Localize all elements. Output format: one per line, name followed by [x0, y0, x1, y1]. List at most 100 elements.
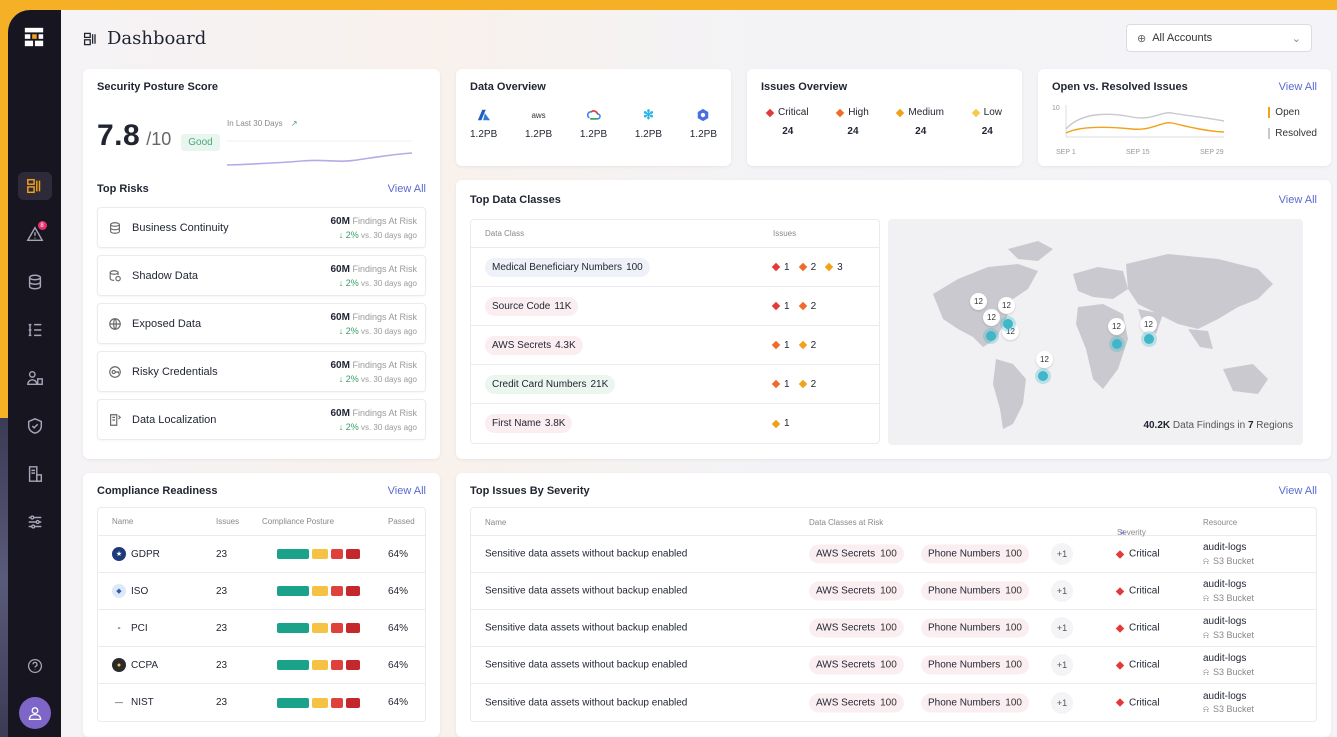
- data-class-pill: Source Code 11K: [485, 296, 579, 316]
- open-resolved-view-all[interactable]: View All: [1279, 81, 1317, 93]
- risk-name: Business Continuity: [132, 221, 229, 234]
- compliance-view-all[interactable]: View All: [388, 485, 426, 497]
- severity-count: 24: [981, 126, 993, 137]
- table-row[interactable]: ◆ ISO 23 64%: [98, 573, 425, 610]
- reports-icon[interactable]: [18, 460, 52, 488]
- table-row[interactable]: Sensitive data assets without backup ena…: [471, 573, 1316, 610]
- risk-item[interactable]: Risky Credentials 60M Findings At Risk ↓ …: [97, 351, 426, 392]
- table-row[interactable]: Sensitive data assets without backup ena…: [471, 684, 1316, 721]
- posture-title: Security Posture Score: [97, 81, 219, 93]
- risk-change: 2%: [345, 373, 359, 384]
- table-row[interactable]: Sensitive data assets without backup ena…: [471, 536, 1316, 573]
- provider-aws[interactable]: aws 1.2PB: [525, 107, 552, 141]
- list-icon[interactable]: [18, 316, 52, 344]
- provider-azure[interactable]: 1.2PB: [470, 107, 497, 140]
- compliance-title: Compliance Readiness: [97, 485, 218, 497]
- table-row[interactable]: ⁃ PCI 23 64%: [98, 610, 425, 647]
- map-marker[interactable]: 12: [1140, 316, 1157, 333]
- table-row[interactable]: Source Code 11K 1 2: [471, 287, 879, 326]
- top-issues-view-all[interactable]: View All: [1279, 485, 1317, 497]
- table-row[interactable]: Sensitive data assets without backup ena…: [471, 647, 1316, 684]
- globe-icon: [108, 317, 124, 331]
- severity-critical[interactable]: Critical 24: [765, 107, 809, 137]
- severity-label: Critical: [1129, 548, 1160, 560]
- gdpr-icon: ★: [112, 547, 126, 561]
- high-diamond-icon: [771, 340, 781, 350]
- severity-high[interactable]: High 24: [835, 107, 869, 137]
- settings-sliders-icon[interactable]: [18, 508, 52, 536]
- x-tick-label: SEP 15: [1126, 149, 1150, 156]
- severity-low[interactable]: Low 24: [971, 107, 1002, 137]
- table-row[interactable]: ★ GDPR 23 64%: [98, 536, 425, 573]
- data-class-count: 100: [1005, 659, 1022, 671]
- data-class-pill: Phone Numbers 100: [921, 581, 1029, 601]
- provider-value: 1.2PB: [634, 129, 663, 140]
- provider-hexagon[interactable]: 1.2PB: [690, 107, 717, 140]
- top-data-classes-title: Top Data Classes: [470, 194, 561, 206]
- data-class-count: 100: [1005, 697, 1022, 708]
- more-classes-button[interactable]: +1: [1051, 654, 1073, 676]
- data-class-pill: AWS Secrets 100: [809, 581, 904, 601]
- critical-diamond-icon: [1115, 660, 1125, 670]
- provider-gcp[interactable]: 1.2PB: [580, 107, 607, 140]
- top-risks-view-all[interactable]: View All: [388, 183, 426, 195]
- resource-type: S3 Bucket: [1212, 592, 1254, 603]
- resource-name[interactable]: audit-logs: [1203, 616, 1246, 627]
- alert-icon[interactable]: 8: [18, 220, 52, 248]
- risk-item[interactable]: Exposed Data 60M Findings At Risk ↓ 2% vs…: [97, 303, 426, 344]
- table-row[interactable]: Medical Beneficiary Numbers 100 1 2 3: [471, 248, 879, 287]
- severity-medium[interactable]: Medium 24: [896, 107, 944, 137]
- data-class-count: 100: [880, 585, 897, 597]
- data-class-name: AWS Secrets: [816, 659, 876, 671]
- top-data-classes-card: Top Data Classes View All Data Class Issu…: [456, 180, 1331, 459]
- risk-item[interactable]: Business Continuity 60M Findings At Risk…: [97, 207, 426, 248]
- data-class-name: Phone Numbers: [928, 622, 1001, 634]
- resource-name[interactable]: audit-logs: [1203, 691, 1246, 702]
- map-marker[interactable]: 12: [998, 297, 1015, 314]
- resource-name[interactable]: audit-logs: [1203, 653, 1246, 664]
- top-data-classes-view-all[interactable]: View All: [1279, 194, 1317, 206]
- table-row[interactable]: Credit Card Numbers 21K 1 2: [471, 365, 879, 404]
- map-marker[interactable]: 12: [1036, 351, 1053, 368]
- table-row[interactable]: Sensitive data assets without backup ena…: [471, 610, 1316, 647]
- snowflake-icon: ✻: [642, 107, 654, 122]
- table-row[interactable]: — NIST 23 64%: [98, 684, 425, 721]
- more-classes-button[interactable]: +1: [1051, 580, 1073, 602]
- map-marker[interactable]: 12: [970, 293, 987, 310]
- resource-name[interactable]: audit-logs: [1203, 542, 1246, 553]
- more-classes-button[interactable]: +1: [1051, 617, 1073, 639]
- posture-bar: [277, 660, 360, 670]
- account-select[interactable]: ⊕ All Accounts ⌄: [1126, 24, 1312, 52]
- database-icon[interactable]: [18, 268, 52, 296]
- severity-label: Critical: [1129, 659, 1160, 671]
- x-tick-label: SEP 1: [1056, 149, 1076, 156]
- help-icon[interactable]: [27, 658, 43, 679]
- y-tick-label: 10: [1052, 105, 1060, 112]
- map-marker[interactable]: 12: [983, 309, 1000, 326]
- map-marker[interactable]: 12: [1108, 318, 1125, 335]
- risk-item[interactable]: Shadow Data 60M Findings At Risk ↓ 2% vs.…: [97, 255, 426, 296]
- more-classes-button[interactable]: +1: [1051, 691, 1073, 714]
- shield-icon[interactable]: [18, 412, 52, 440]
- users-icon[interactable]: [18, 364, 52, 392]
- table-row[interactable]: AWS Secrets 4.3K 1 2: [471, 326, 879, 365]
- more-classes-button[interactable]: +1: [1051, 543, 1073, 565]
- table-row[interactable]: ● CCPA 23 64%: [98, 647, 425, 684]
- critical-diamond-icon: [1115, 586, 1125, 596]
- grid-logo-icon[interactable]: [23, 26, 47, 50]
- severity-count: 24: [915, 126, 927, 137]
- user-avatar-icon[interactable]: [18, 697, 51, 729]
- dashboard-icon[interactable]: [17, 172, 52, 200]
- issue-count: 2: [810, 261, 817, 273]
- data-class-name: AWS Secrets: [492, 339, 552, 351]
- world-map[interactable]: 12 12 12 12 12 12 12 40.2K Data Findings…: [888, 219, 1303, 445]
- risk-value: 60M: [330, 263, 350, 275]
- resolved-line: [1065, 112, 1225, 130]
- resource-name[interactable]: audit-logs: [1203, 579, 1246, 590]
- risk-item[interactable]: Data Localization 60M Findings At Risk ↓ …: [97, 399, 426, 440]
- provider-snowflake[interactable]: ✻ 1.2PB: [635, 107, 662, 140]
- posture-sparkline: [227, 140, 412, 166]
- col-passed: Passed: [388, 517, 415, 526]
- table-row[interactable]: First Name 3.8K 1: [471, 404, 879, 443]
- bucket-icon: ⍾: [1203, 666, 1209, 677]
